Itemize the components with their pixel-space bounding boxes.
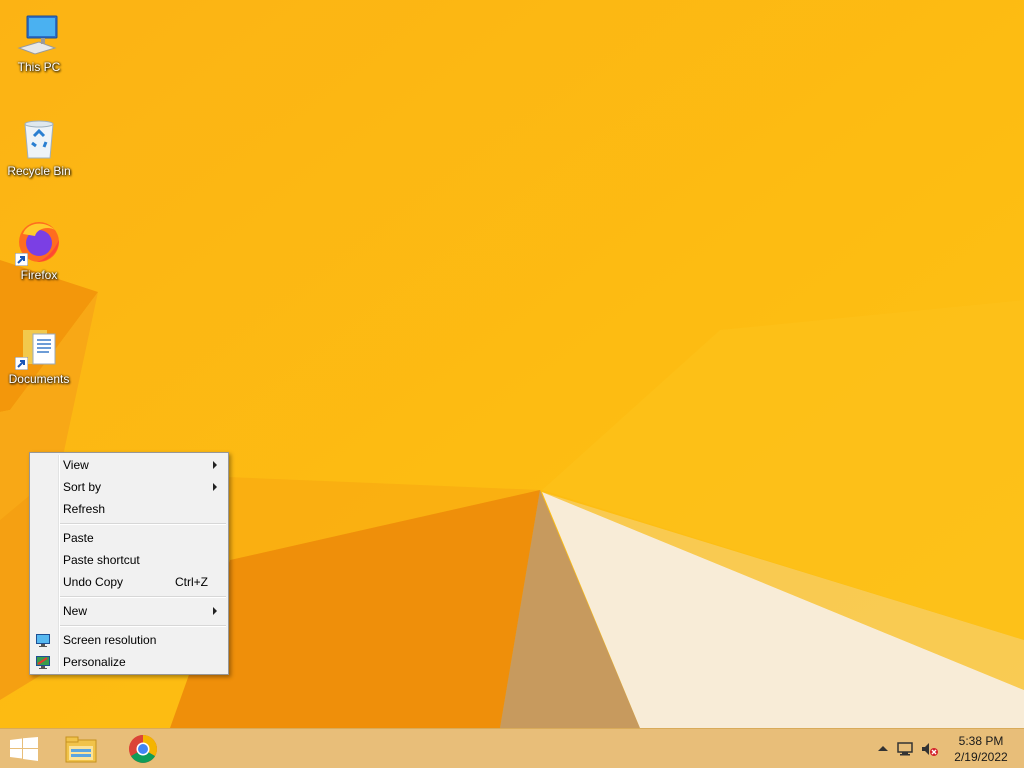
clock-time: 5:38 PM — [958, 734, 1004, 748]
computer-icon — [15, 10, 63, 58]
shortcut-arrow-icon — [15, 253, 28, 266]
personalize-icon — [36, 656, 50, 669]
menu-item-label: Screen resolution — [63, 633, 157, 647]
submenu-arrow-icon — [213, 483, 217, 491]
start-icon — [10, 737, 38, 761]
desktop-icon-label: Firefox — [20, 268, 58, 282]
menu-item-label: Paste shortcut — [63, 553, 140, 567]
menu-item-label: New — [63, 604, 88, 618]
taskbar-clock[interactable]: 5:38 PM 2/19/2022 — [950, 733, 1012, 765]
menu-separator — [60, 596, 226, 598]
submenu-arrow-icon — [213, 461, 217, 469]
chrome-icon — [129, 735, 157, 763]
menu-item-undo-copy[interactable]: Undo Copy Ctrl+Z — [32, 571, 226, 593]
menu-item-shortcut: Ctrl+Z — [175, 575, 208, 589]
documents-icon — [15, 322, 63, 370]
chrome-taskbar-button[interactable] — [118, 729, 168, 768]
file-explorer-icon — [65, 736, 97, 763]
volume-muted-icon[interactable] — [921, 741, 939, 757]
desktop[interactable]: This PC Recycle Bin Firefox Documents Vi… — [0, 0, 1024, 768]
menu-item-label: Paste — [63, 531, 94, 545]
menu-separator — [60, 625, 226, 627]
clock-date: 2/19/2022 — [954, 750, 1008, 764]
start-button[interactable] — [0, 729, 48, 768]
desktop-icon-firefox[interactable]: Firefox — [1, 210, 77, 300]
taskbar: 5:38 PM 2/19/2022 — [0, 728, 1024, 768]
desktop-icon-documents[interactable]: Documents — [1, 314, 77, 404]
show-hidden-icons-icon[interactable] — [874, 741, 892, 757]
menu-item-sort-by[interactable]: Sort by — [32, 476, 226, 498]
menu-item-paste[interactable]: Paste — [32, 527, 226, 549]
menu-item-label: View — [63, 458, 89, 472]
desktop-icon-label: This PC — [17, 60, 61, 74]
firefox-icon — [15, 218, 63, 266]
menu-item-view[interactable]: View — [32, 454, 226, 476]
menu-item-screen-resolution[interactable]: Screen resolution — [32, 629, 226, 651]
menu-item-label: Refresh — [63, 502, 106, 516]
menu-item-personalize[interactable]: Personalize — [32, 651, 226, 673]
desktop-icon-label: Documents — [8, 372, 70, 386]
menu-item-new[interactable]: New — [32, 600, 226, 622]
menu-item-refresh[interactable]: Refresh — [32, 498, 226, 520]
menu-separator — [60, 523, 226, 525]
desktop-icon-label: Recycle Bin — [7, 164, 71, 178]
shortcut-arrow-icon — [15, 357, 28, 370]
desktop-icon-this-pc[interactable]: This PC — [1, 2, 77, 92]
file-explorer-taskbar-button[interactable] — [56, 729, 106, 768]
network-icon[interactable] — [897, 741, 915, 757]
submenu-arrow-icon — [213, 607, 217, 615]
screen-resolution-icon — [36, 634, 50, 647]
desktop-context-menu: View Sort by Refresh Paste Paste shortcu… — [29, 452, 229, 675]
menu-item-label: Personalize — [63, 655, 126, 669]
recycle-bin-icon — [15, 114, 63, 162]
menu-item-label: Sort by — [63, 480, 102, 494]
desktop-icon-recycle-bin[interactable]: Recycle Bin — [1, 106, 77, 196]
menu-item-label: Undo Copy — [63, 575, 124, 589]
menu-item-paste-shortcut[interactable]: Paste shortcut — [32, 549, 226, 571]
